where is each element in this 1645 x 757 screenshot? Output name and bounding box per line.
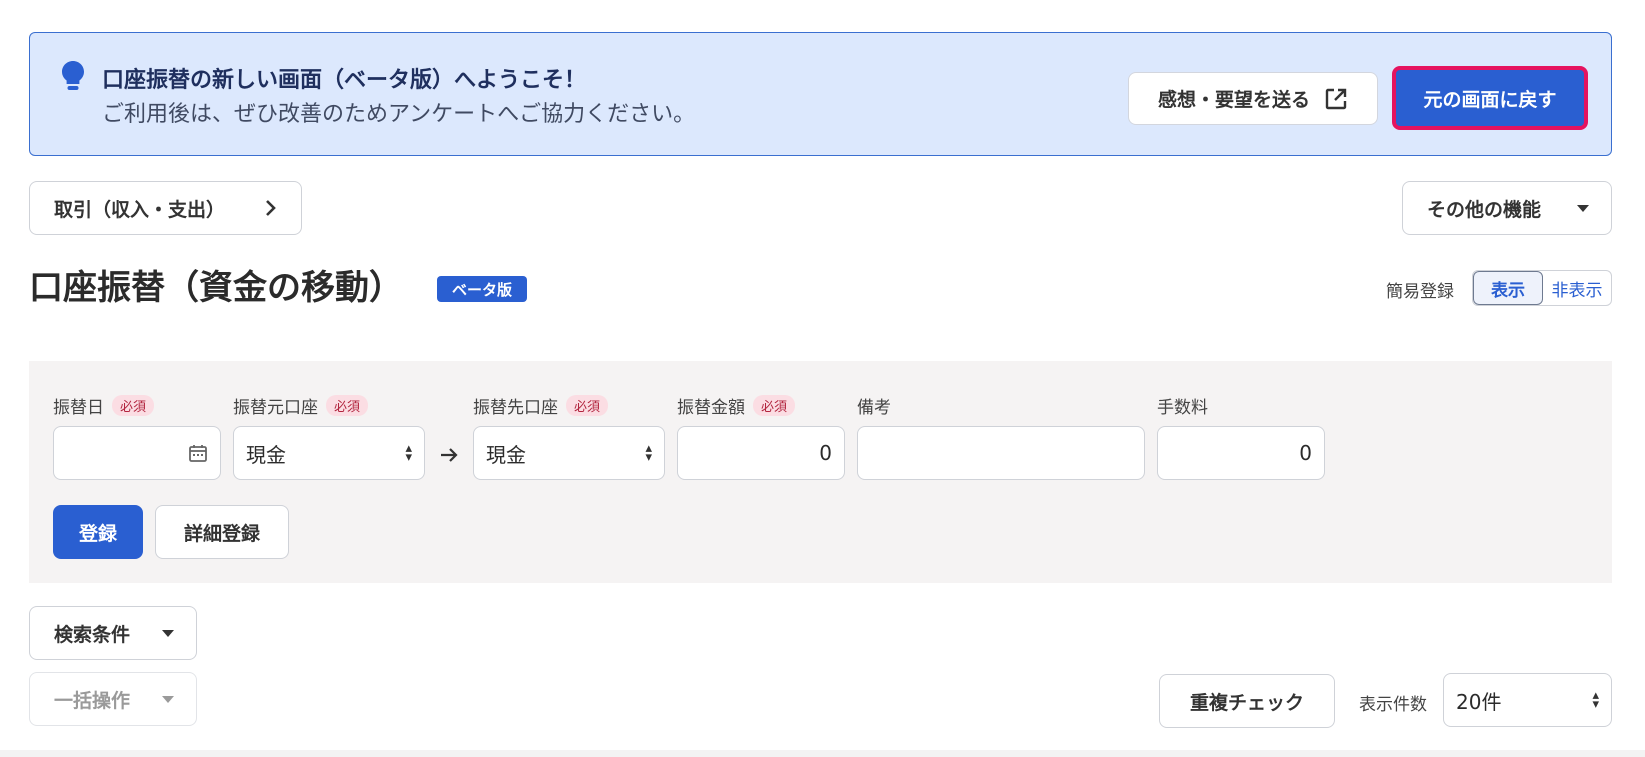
- caret-down-icon: [162, 629, 174, 637]
- from-account-value: 現金: [246, 442, 286, 467]
- per-page-value: 20件: [1456, 689, 1502, 714]
- transactions-label: 取引（収入・支出）: [54, 198, 226, 221]
- fee-label-text: 手数料: [1157, 398, 1208, 418]
- per-page-select[interactable]: 20件 ▴ ▾: [1443, 673, 1612, 727]
- select-arrows-icon: ▴ ▾: [1592, 688, 1599, 712]
- duplicate-check-button[interactable]: 重複チェック: [1159, 674, 1335, 728]
- date-label-text: 振替日: [53, 398, 104, 418]
- fee-input[interactable]: 0: [1157, 426, 1325, 480]
- calendar-icon: [189, 445, 207, 462]
- lightbulb-icon: [62, 61, 84, 90]
- per-page-label: 表示件数: [1359, 695, 1427, 715]
- external-link-icon: [1325, 88, 1347, 109]
- bulk-action-label: 一括操作: [54, 689, 131, 712]
- search-conditions-button[interactable]: 検索条件: [29, 606, 197, 660]
- to-account-label-text: 振替先口座: [473, 398, 558, 418]
- required-badge: 必須: [326, 395, 369, 416]
- hide-option[interactable]: 非表示: [1543, 271, 1611, 305]
- to-account-select[interactable]: 現金 ▴ ▾: [473, 426, 665, 480]
- from-account-label: 振替元口座 必須: [233, 393, 369, 418]
- required-badge: 必須: [753, 395, 796, 416]
- fee-label: 手数料: [1157, 393, 1208, 418]
- memo-label-text: 備考: [857, 398, 891, 418]
- page-title: 口座振替（資金の移動）: [29, 268, 403, 308]
- caret-down-icon: [1577, 204, 1589, 212]
- amount-input[interactable]: 0: [677, 426, 845, 480]
- transactions-button[interactable]: 取引（収入・支出）: [29, 181, 302, 235]
- simple-entry-toggle: 表示 非表示: [1472, 270, 1612, 306]
- amount-label-text: 振替金額: [677, 398, 745, 418]
- other-features-dropdown[interactable]: その他の機能: [1402, 181, 1612, 235]
- return-to-old-screen-button[interactable]: 元の画面に戻す: [1392, 66, 1588, 130]
- to-account-value: 現金: [486, 442, 526, 467]
- select-arrows-icon: ▴ ▾: [645, 441, 652, 465]
- detail-register-button[interactable]: 詳細登録: [155, 505, 289, 559]
- banner-subtitle: ご利用後は、ぜひ改善のためアンケートへご協力ください。: [102, 102, 696, 127]
- memo-input[interactable]: [857, 426, 1145, 480]
- required-badge: 必須: [112, 395, 155, 416]
- amount-value: 0: [819, 441, 832, 465]
- send-feedback-label: 感想・要望を送る: [1157, 89, 1310, 111]
- banner-title: 口座振替の新しい画面（ベータ版）へようこそ！: [102, 68, 587, 93]
- date-input[interactable]: [53, 426, 221, 480]
- send-feedback-button[interactable]: 感想・要望を送る: [1128, 72, 1378, 125]
- to-account-label: 振替先口座 必須: [473, 393, 609, 418]
- from-account-select[interactable]: 現金 ▴ ▾: [233, 426, 425, 480]
- simple-entry-label: 簡易登録: [1386, 282, 1454, 302]
- required-badge: 必須: [566, 395, 609, 416]
- search-conditions-label: 検索条件: [54, 623, 131, 646]
- caret-down-icon: [162, 695, 174, 703]
- list-area-top-edge: [0, 750, 1645, 757]
- amount-label: 振替金額 必須: [677, 393, 796, 418]
- select-arrows-icon: ▴ ▾: [405, 441, 412, 465]
- show-option[interactable]: 表示: [1473, 271, 1543, 305]
- bulk-action-button[interactable]: 一括操作: [29, 672, 197, 726]
- arrow-right-icon: [441, 448, 458, 462]
- memo-label: 備考: [857, 393, 891, 418]
- beta-badge: ベータ版: [437, 276, 527, 302]
- fee-value: 0: [1299, 441, 1312, 465]
- date-label: 振替日 必須: [53, 393, 155, 418]
- register-button[interactable]: 登録: [53, 505, 143, 559]
- from-account-label-text: 振替元口座: [233, 398, 318, 418]
- chevron-right-icon: [266, 200, 276, 216]
- other-features-label: その他の機能: [1427, 198, 1542, 221]
